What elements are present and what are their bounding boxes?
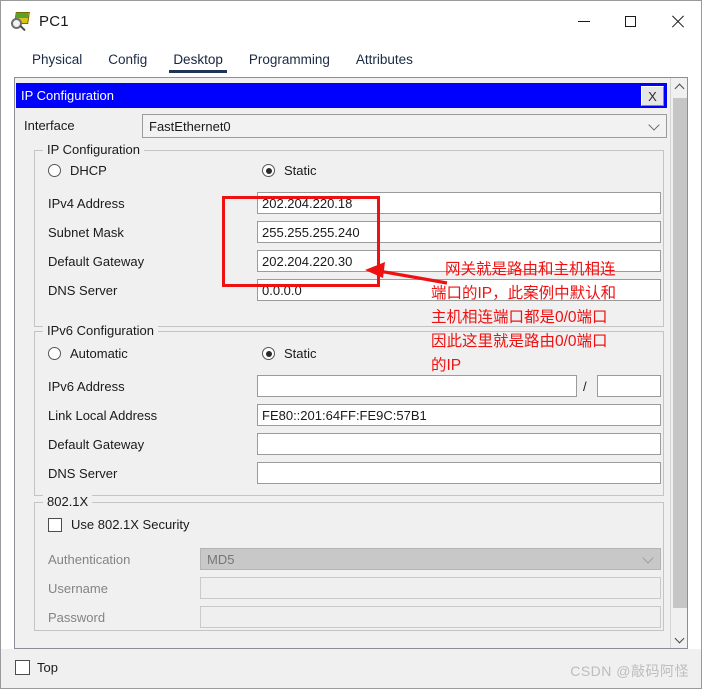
radio-automatic-icon <box>48 347 61 360</box>
radio-dhcp-label: DHCP <box>70 163 107 178</box>
ipv6-address-input[interactable] <box>257 375 577 397</box>
chevron-up-icon <box>674 83 685 93</box>
radio-ipv4-static-icon <box>262 164 275 177</box>
window-titlebar: PC1 <box>1 1 701 42</box>
password-input[interactable] <box>200 606 661 628</box>
scroll-up-button[interactable] <box>671 78 688 95</box>
radio-dhcp-icon <box>48 164 61 177</box>
radio-dhcp[interactable]: DHCP <box>48 163 107 178</box>
dot1x-group: 802.1X Use 802.1X Security Authenticatio… <box>34 494 664 631</box>
tab-attributes[interactable]: Attributes <box>343 52 426 74</box>
scrollbar-thumb[interactable] <box>673 98 687 608</box>
subnet-mask-label: Subnet Mask <box>48 225 124 240</box>
radio-ipv6-static[interactable]: Static <box>262 346 317 361</box>
ipv6-dns-server-input[interactable] <box>257 462 661 484</box>
bottom-bar: Top CSDN @敲码阿怪 <box>1 649 701 688</box>
close-icon <box>671 15 685 29</box>
chevron-down-icon <box>674 633 685 643</box>
interface-value: FastEthernet0 <box>149 118 231 134</box>
minimize-button[interactable] <box>560 1 607 42</box>
ipv4-dns-server-label: DNS Server <box>48 283 118 298</box>
tabstrip: Physical Config Desktop Programming Attr… <box>1 42 701 74</box>
tab-physical[interactable]: Physical <box>19 52 95 74</box>
ipv6-configuration-group: IPv6 Configuration Automatic Static IPv6… <box>34 323 664 496</box>
use-dot1x-security-checkbox[interactable]: Use 802.1X Security <box>48 517 190 532</box>
ipv4-default-gateway-input[interactable]: 202.204.220.30 <box>257 250 661 272</box>
interface-label: Interface <box>24 118 75 133</box>
chevron-down-icon <box>642 552 654 564</box>
ipv4-mode-row: DHCP Static <box>35 163 663 187</box>
window-title: PC1 <box>39 13 69 30</box>
radio-ipv4-static-label: Static <box>284 163 317 178</box>
panel-close-button[interactable]: X <box>641 86 664 106</box>
ip-configuration-panel: IP Configuration X Interface FastEtherne… <box>15 78 670 648</box>
top-checkbox-label: Top <box>37 660 58 675</box>
ip-configuration-title: IP Configuration <box>21 88 114 103</box>
tab-config[interactable]: Config <box>95 52 160 74</box>
vertical-scrollbar[interactable] <box>670 78 687 648</box>
ipv4-default-gateway-label: Default Gateway <box>48 254 145 269</box>
desktop-content-frame: IP Configuration X Interface FastEtherne… <box>14 77 688 649</box>
close-button[interactable] <box>654 1 701 42</box>
ipv4-address-input[interactable]: 202.204.220.18 <box>257 192 661 214</box>
ip-configuration-titlebar: IP Configuration X <box>16 83 667 108</box>
pc1-window: PC1 Physical Config Desktop Programming … <box>0 0 702 689</box>
top-checkbox[interactable]: Top <box>15 660 58 675</box>
authentication-select[interactable]: MD5 <box>200 548 661 570</box>
ipv6-prefix-separator: / <box>583 379 587 394</box>
radio-ipv6-static-label: Static <box>284 346 317 361</box>
ipv6-mode-row: Automatic Static <box>35 346 663 370</box>
maximize-button[interactable] <box>607 1 654 42</box>
interface-select[interactable]: FastEthernet0 <box>142 114 667 138</box>
ipv6-default-gateway-label: Default Gateway <box>48 437 145 452</box>
radio-automatic-label: Automatic <box>70 346 128 361</box>
interface-row: Interface FastEthernet0 <box>15 114 670 140</box>
username-label: Username <box>48 581 108 596</box>
maximize-icon <box>625 16 636 27</box>
chevron-down-icon <box>648 119 660 131</box>
radio-automatic[interactable]: Automatic <box>48 346 128 361</box>
window-controls <box>560 1 701 42</box>
authentication-value: MD5 <box>207 551 235 567</box>
ipv4-group-legend: IP Configuration <box>43 142 144 157</box>
ipv6-dns-server-label: DNS Server <box>48 466 118 481</box>
ipv4-configuration-group: IP Configuration DHCP Static IPv4 Addres… <box>34 142 664 327</box>
checkbox-icon <box>15 660 30 675</box>
authentication-label: Authentication <box>48 552 131 567</box>
username-input[interactable] <box>200 577 661 599</box>
ipv6-prefix-input[interactable] <box>597 375 661 397</box>
minimize-icon <box>577 21 590 22</box>
ipv6-group-legend: IPv6 Configuration <box>43 323 158 338</box>
scroll-down-button[interactable] <box>671 631 688 648</box>
checkbox-icon <box>48 517 62 532</box>
watermark: CSDN @敲码阿怪 <box>570 663 689 679</box>
ipv6-default-gateway-input[interactable] <box>257 433 661 455</box>
radio-ipv6-static-icon <box>262 347 275 360</box>
tab-programming[interactable]: Programming <box>236 52 343 74</box>
subnet-mask-input[interactable]: 255.255.255.240 <box>257 221 661 243</box>
use-dot1x-security-label: Use 802.1X Security <box>71 517 190 532</box>
link-local-address-input[interactable]: FE80::201:64FF:FE9C:57B1 <box>257 404 661 426</box>
radio-ipv4-static[interactable]: Static <box>262 163 317 178</box>
packet-tracer-pc-icon <box>11 11 31 32</box>
tab-desktop[interactable]: Desktop <box>160 52 236 74</box>
ipv4-dns-server-input[interactable]: 0.0.0.0 <box>257 279 661 301</box>
ipv6-address-label: IPv6 Address <box>48 379 125 394</box>
dot1x-group-legend: 802.1X <box>43 494 93 509</box>
password-label: Password <box>48 610 106 625</box>
ipv4-address-label: IPv4 Address <box>48 196 125 211</box>
link-local-address-label: Link Local Address <box>48 408 158 423</box>
